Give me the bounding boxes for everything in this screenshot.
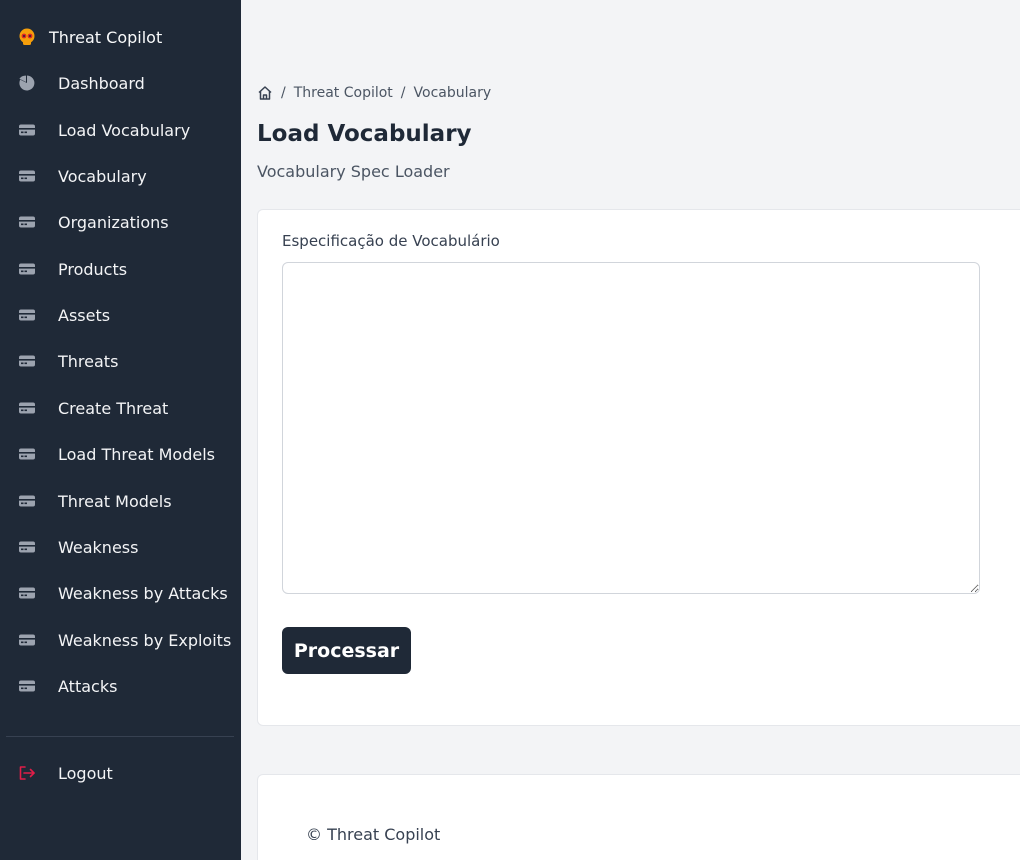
sidebar-item-label: Create Threat (58, 398, 169, 418)
card-icon (18, 585, 36, 601)
brand-link[interactable]: Threat Copilot (17, 26, 162, 48)
form-card: Especificação de Vocabulário Processar (257, 209, 1020, 726)
card-icon (18, 261, 36, 277)
sidebar-item-products[interactable]: Products (0, 254, 241, 284)
card-icon (18, 632, 36, 648)
process-button[interactable]: Processar (282, 627, 411, 674)
footer: © Threat Copilot (257, 774, 1020, 860)
card-icon (18, 493, 36, 509)
logout-icon (18, 765, 36, 781)
sidebar: Threat Copilot Dashboard Load Vocabulary… (0, 0, 241, 860)
spec-field-label: Especificação de Vocabulário (282, 232, 500, 250)
pie-chart-icon (18, 75, 36, 91)
card-icon (18, 446, 36, 462)
sidebar-divider (6, 736, 234, 737)
sidebar-item-load-vocabulary[interactable]: Load Vocabulary (0, 115, 241, 145)
sidebar-item-weakness-by-attacks[interactable]: Weakness by Attacks (0, 578, 241, 608)
sidebar-item-label: Assets (58, 305, 111, 325)
card-icon (18, 353, 36, 369)
sidebar-item-label: Weakness by Exploits (58, 630, 232, 650)
sidebar-item-label: Weakness (58, 537, 139, 557)
card-icon (18, 539, 36, 555)
brand-name: Threat Copilot (49, 27, 163, 47)
skull-logo-icon (17, 27, 37, 47)
sidebar-item-load-threat-models[interactable]: Load Threat Models (0, 439, 241, 469)
breadcrumb-current: Vocabulary (413, 85, 492, 101)
sidebar-item-threats[interactable]: Threats (0, 346, 241, 376)
sidebar-item-logout[interactable]: Logout (0, 758, 241, 788)
sidebar-item-label: Attacks (58, 676, 118, 696)
sidebar-item-label: Weakness by Attacks (58, 583, 228, 603)
page-title: Load Vocabulary (257, 121, 472, 147)
sidebar-item-attacks[interactable]: Attacks (0, 671, 241, 701)
sidebar-item-label: Dashboard (58, 73, 145, 93)
card-icon (18, 214, 36, 230)
card-icon (18, 122, 36, 138)
breadcrumb: / Threat Copilot / Vocabulary (257, 84, 491, 102)
footer-copyright: © Threat Copilot (306, 825, 441, 844)
sidebar-item-label: Vocabulary (58, 166, 147, 186)
sidebar-item-organizations[interactable]: Organizations (0, 207, 241, 237)
sidebar-item-weakness-by-exploits[interactable]: Weakness by Exploits (0, 625, 241, 655)
card-icon (18, 400, 36, 416)
home-icon[interactable] (257, 85, 273, 101)
spec-textarea[interactable] (282, 262, 980, 594)
sidebar-item-label: Logout (58, 763, 113, 783)
card-icon (18, 168, 36, 184)
sidebar-item-label: Load Vocabulary (58, 120, 191, 140)
sidebar-item-create-threat[interactable]: Create Threat (0, 393, 241, 423)
sidebar-item-vocabulary[interactable]: Vocabulary (0, 161, 241, 191)
sidebar-item-dashboard[interactable]: Dashboard (0, 68, 241, 98)
breadcrumb-separator: / (281, 85, 286, 101)
card-icon (18, 307, 36, 323)
breadcrumb-separator: / (400, 85, 406, 101)
sidebar-item-label: Organizations (58, 212, 169, 232)
sidebar-item-assets[interactable]: Assets (0, 300, 241, 330)
sidebar-item-threat-models[interactable]: Threat Models (0, 486, 241, 516)
sidebar-item-label: Threat Models (58, 491, 172, 511)
sidebar-item-label: Products (58, 259, 128, 279)
sidebar-item-weakness[interactable]: Weakness (0, 532, 241, 562)
page-subtitle: Vocabulary Spec Loader (257, 162, 450, 181)
breadcrumb-link-threat-copilot[interactable]: Threat Copilot (294, 85, 393, 101)
sidebar-item-label: Threats (58, 351, 119, 371)
sidebar-item-label: Load Threat Models (58, 444, 215, 464)
card-icon (18, 678, 36, 694)
